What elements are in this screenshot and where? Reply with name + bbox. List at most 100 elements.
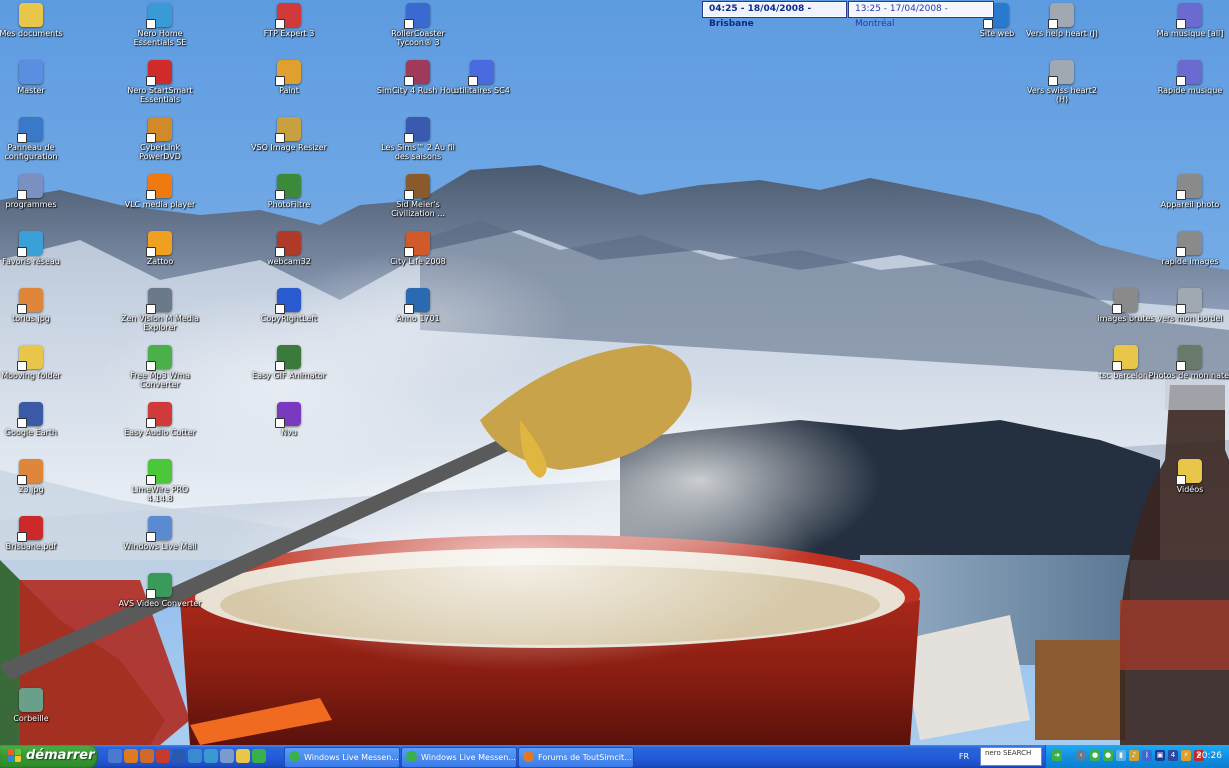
desktop-icon[interactable]: Brisbane.pdf [0, 516, 73, 551]
desktop-icon[interactable]: Nero Home Essentials SE [118, 3, 202, 47]
firefox-icon[interactable] [124, 749, 138, 763]
desktop-icon[interactable]: CopyRightLeft [247, 288, 331, 323]
gear-icon [468, 60, 494, 86]
limewire-icon [146, 459, 172, 485]
mail-icon [146, 516, 172, 542]
firefox-icon[interactable] [140, 749, 154, 763]
desktop-icon[interactable]: VLC media player [118, 174, 202, 209]
desktop-icon-label: RollerCoaster Tycoon® 3 [391, 29, 445, 47]
messenger-tray-icon[interactable]: ● [1103, 750, 1113, 761]
desktop-icon[interactable]: Corbeille [0, 688, 73, 723]
desktop-icon[interactable]: Les Sims™ 2 Au fil des saisons [376, 117, 460, 161]
system-tray: ➜ ‹ ● ● ▮ ♪ ᛒ ▣ 4 ⚡ ✕ 20:26 [1045, 745, 1229, 768]
desktop-icon[interactable]: LimeWire PRO 4.14.8 [118, 459, 202, 503]
desktop-icon[interactable]: CyberLink PowerDVD [118, 117, 202, 161]
start-button[interactable]: démarrer [0, 745, 98, 768]
desktop-icon-label: Easy GIF Animator [252, 371, 326, 380]
camera-icon [1112, 288, 1138, 314]
desktop-icon[interactable]: Easy GIF Animator [247, 345, 331, 380]
internet-explorer-icon[interactable] [188, 749, 202, 763]
desktop-icon[interactable]: Mooving folder [0, 345, 73, 380]
globe-icon[interactable] [204, 749, 218, 763]
desktop-icon[interactable]: rapide images [1148, 231, 1229, 266]
messenger-icon[interactable] [252, 749, 266, 763]
game-icon [404, 3, 430, 29]
google-earth-icon [17, 402, 43, 428]
desktop-icon[interactable]: Master [0, 60, 73, 95]
taskbar-button[interactable]: Forums de ToutSimcit... [518, 747, 634, 768]
desktop-icon[interactable]: Easy Audio Cutter [118, 402, 202, 437]
arrow-icon[interactable]: ➜ [1052, 750, 1062, 761]
desktop-icon[interactable]: Mes documents [0, 3, 73, 38]
control-panel-icon [17, 117, 43, 143]
image-file-icon [17, 459, 43, 485]
desktop-icon[interactable]: Ma musique [all] [1148, 3, 1229, 38]
desktop-icon[interactable]: AVS Video Converter [118, 573, 202, 608]
display-icon[interactable]: ▣ [1155, 750, 1165, 761]
taskbar-button-label: Forums de ToutSimcit... [538, 753, 632, 762]
desktop-icon-label: torius.jpg [12, 314, 50, 323]
desktop-icon[interactable]: Vers help heart (J) [1020, 3, 1104, 38]
desktop-icon[interactable]: utilitaires SC4 [440, 60, 524, 95]
nero-startsmart-icon [146, 60, 172, 86]
language-indicator[interactable]: FR [953, 750, 975, 763]
desktop-icon-label: Vers swiss heart2 (H) [1027, 86, 1097, 104]
desktop-icon[interactable]: PhotoFiltre [247, 174, 331, 209]
desktop-icon[interactable]: torius.jpg [0, 288, 73, 323]
desktop-icon-label: Panneau de configuration [4, 143, 58, 161]
desktop-icon[interactable]: Zattoo [118, 231, 202, 266]
desktop-icon[interactable]: Panneau de configuration [0, 117, 73, 161]
desktop-icon[interactable]: vers mon bordel [1148, 288, 1229, 323]
desktop-icon[interactable]: Paint [247, 60, 331, 95]
zattoo-icon [146, 231, 172, 257]
desktop-icon[interactable]: FTP Expert 3 [247, 3, 331, 38]
desktop-icon[interactable]: Favoris réseau [0, 231, 73, 266]
desktop-icon[interactable]: RollerCoaster Tycoon® 3 [376, 3, 460, 47]
chevron-left-icon[interactable]: ‹ [1076, 750, 1086, 761]
desktop-icon[interactable]: Appareil photo [1148, 174, 1229, 209]
desktop-icon[interactable]: Windows Live Mail [118, 516, 202, 551]
desktop-icon[interactable]: Sid Meier's Civilization ... [376, 174, 460, 218]
desktop-icon[interactable]: Anno 1701 [376, 288, 460, 323]
nero-search-box[interactable]: nero SEARCH [980, 747, 1042, 766]
desktop-icon[interactable]: Nero StartSmart Essentials [118, 60, 202, 104]
desktop-icon-label: Mooving folder [1, 371, 61, 380]
desktop-icon-label: Nero StartSmart Essentials [127, 86, 193, 104]
desktop-icon-label: Google Earth [4, 428, 58, 437]
desktop-icon[interactable]: 23.jpg [0, 459, 73, 494]
number-four-icon[interactable]: 4 [1168, 750, 1178, 761]
power-icon[interactable]: ⚡ [1181, 750, 1191, 761]
network-tray-icon[interactable]: ▮ [1116, 750, 1126, 761]
desktop-icon[interactable]: City Life 2008 [376, 231, 460, 266]
messenger-tray-icon[interactable]: ● [1090, 750, 1100, 761]
desktop-icon[interactable]: VSO Image Resizer [247, 117, 331, 152]
tray-clock[interactable]: 20:26 [1196, 749, 1222, 763]
desktop-icon-label: CopyRightLeft [260, 314, 318, 323]
volume-icon[interactable]: ♪ [1129, 750, 1139, 761]
desktop-icon[interactable]: Nvu [247, 402, 331, 437]
desktop-icon[interactable]: Zen Vision M Media Explorer [118, 288, 202, 332]
desktop-icon[interactable]: Free Mp3 Wma Converter [118, 345, 202, 389]
taskbar-button[interactable]: Windows Live Messen... [401, 747, 517, 768]
copyright-icon [275, 288, 301, 314]
desktop-icon-label: Appareil photo [1160, 200, 1220, 209]
mail-icon[interactable] [220, 749, 234, 763]
desktop-icon[interactable]: webcam32 [247, 231, 331, 266]
desktop-icon[interactable]: Photos de mon natel [1148, 345, 1229, 380]
show-desktop-icon[interactable] [108, 749, 122, 763]
desktop-icon[interactable]: Vidéos [1148, 459, 1229, 494]
desktop-icon[interactable]: Google Earth [0, 402, 73, 437]
bluetooth-icon[interactable]: ᛒ [1142, 750, 1152, 761]
media-player-icon[interactable] [172, 749, 186, 763]
powerdvd-icon [146, 117, 172, 143]
desktop-icon[interactable]: Vers swiss heart2 (H) [1020, 60, 1104, 104]
nero-home-icon [146, 3, 172, 29]
desktop-icon[interactable]: programmes [0, 174, 73, 209]
paint-icon [275, 60, 301, 86]
nero-icon[interactable] [156, 749, 170, 763]
folder-icon[interactable] [236, 749, 250, 763]
folder-icon [19, 3, 43, 27]
taskbar-button[interactable]: Windows Live Messen... [284, 747, 400, 768]
desktop-icon[interactable]: Rapide musique [1148, 60, 1229, 95]
camera-icon [1176, 174, 1202, 200]
